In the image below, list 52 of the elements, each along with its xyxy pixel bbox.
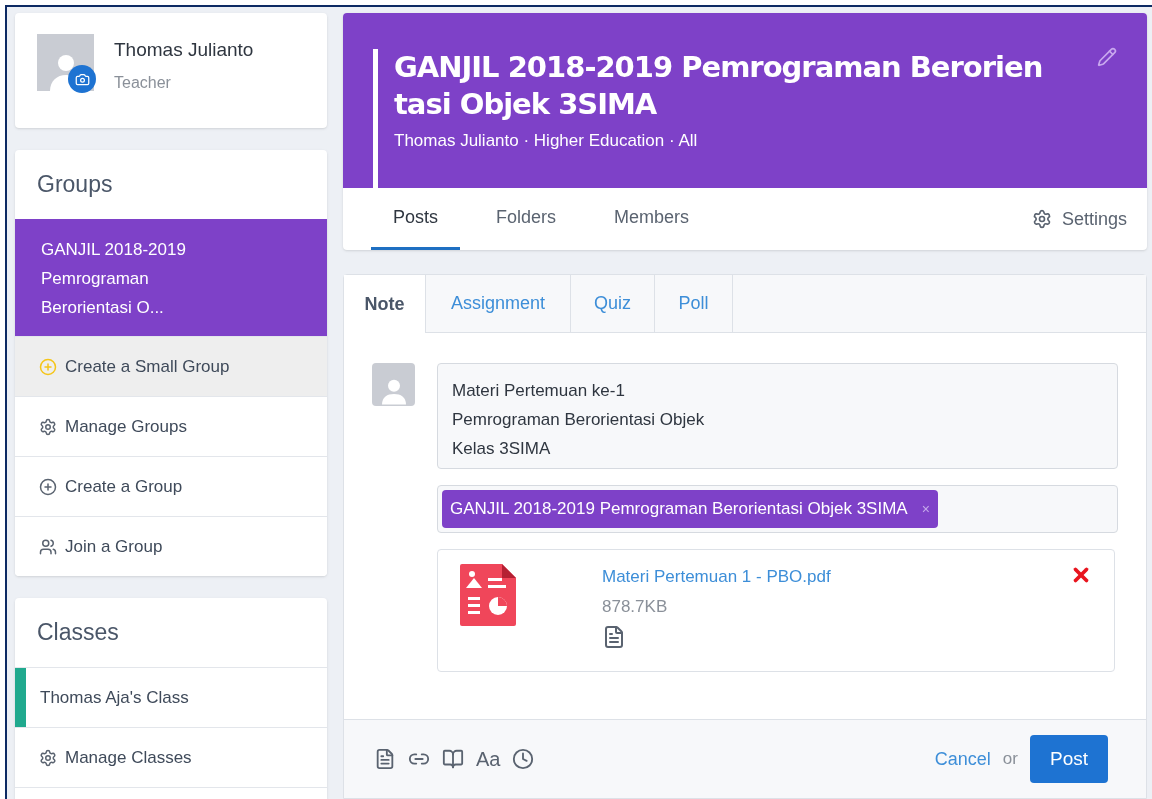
- note-icon[interactable]: [374, 748, 396, 770]
- post-button[interactable]: Post: [1029, 735, 1108, 783]
- sidebar-item-label: Create a Small Group: [65, 355, 230, 378]
- group-item[interactable]: GANJIL 2018-2019 Pemrograman Berorientasi O...: [15, 219, 327, 336]
- group-title: GANJIL 2018-2019 Pemrograman Berorientasi Objek 3SIMA: [394, 49, 1044, 123]
- sidebar-item[interactable]: Manage Classes: [15, 727, 327, 787]
- or-text: or: [1002, 748, 1018, 771]
- composer-tab[interactable]: Poll: [655, 275, 733, 332]
- note-field[interactable]: Materi Pertemuan ke-1 Pemrograman Berorientasi Objek Kelas 3SIMA: [437, 363, 1118, 469]
- section-title: Classes: [37, 618, 119, 648]
- sidebar-item-label: Join a Group: [65, 535, 163, 558]
- attachment-link[interactable]: Materi Pertemuan 1 - PBO.pdf: [602, 564, 831, 590]
- sidebar-item[interactable]: Join a Group: [15, 516, 327, 576]
- plus-icon: [39, 477, 57, 496]
- settings-button[interactable]: Settings: [1031, 188, 1127, 250]
- users-icon: [39, 537, 57, 556]
- sidebar-item[interactable]: Create a Group: [15, 456, 327, 516]
- settings-icon: [1031, 209, 1052, 229]
- composer-tab[interactable]: Note: [344, 275, 426, 333]
- sidebar-item-label: Manage Classes: [65, 746, 192, 769]
- note-line: Materi Pertemuan ke-1: [452, 380, 626, 402]
- camera-icon[interactable]: [68, 65, 96, 93]
- composer-tab[interactable]: Assignment: [426, 275, 571, 332]
- note-line: Pemrograman Berorientasi Objek: [452, 409, 706, 431]
- file-size: 878.7KB: [602, 595, 669, 618]
- profile-role: Teacher: [114, 72, 172, 93]
- avatar[interactable]: [37, 34, 94, 91]
- group-meta: Thomas Julianto · Higher Education · All: [394, 130, 699, 152]
- sidebar-item-label: Manage Groups: [65, 415, 187, 438]
- note-line: Kelas 3SIMA: [452, 438, 552, 460]
- settings-icon: [39, 417, 57, 436]
- preview-icon[interactable]: [602, 625, 626, 649]
- clock-icon[interactable]: [512, 748, 535, 770]
- book-icon[interactable]: [442, 748, 464, 770]
- document-icon: [460, 564, 516, 626]
- sidebar-item[interactable]: Create a Small Group: [15, 336, 327, 396]
- sidebar-item[interactable]: Manage Groups: [15, 396, 327, 456]
- nav-tab[interactable]: Posts: [371, 188, 461, 250]
- sidebar-item-label: Create a Group: [65, 475, 183, 498]
- profile-name: Thomas Julianto: [114, 38, 254, 62]
- text-format-button[interactable]: Aa: [476, 744, 501, 774]
- section-title: Groups: [37, 170, 113, 200]
- recipient-label: GANJIL 2018-2019 Pemrograman Berorientasi Objek 3SIMA: [450, 498, 908, 521]
- cancel-link[interactable]: Cancel: [934, 745, 991, 773]
- recipients-field[interactable]: GANJIL 2018-2019 Pemrograman Berorientasi Objek 3SIMA ×: [437, 485, 1118, 533]
- class-label: Thomas Aja's Class: [39, 686, 189, 709]
- settings-icon: [39, 748, 57, 767]
- edit-icon[interactable]: [1097, 47, 1117, 67]
- plus-icon: [39, 357, 57, 376]
- nav-tab[interactable]: Members: [592, 188, 712, 250]
- composer-tab[interactable]: Quiz: [571, 275, 655, 332]
- nav-tab[interactable]: Folders: [474, 188, 579, 250]
